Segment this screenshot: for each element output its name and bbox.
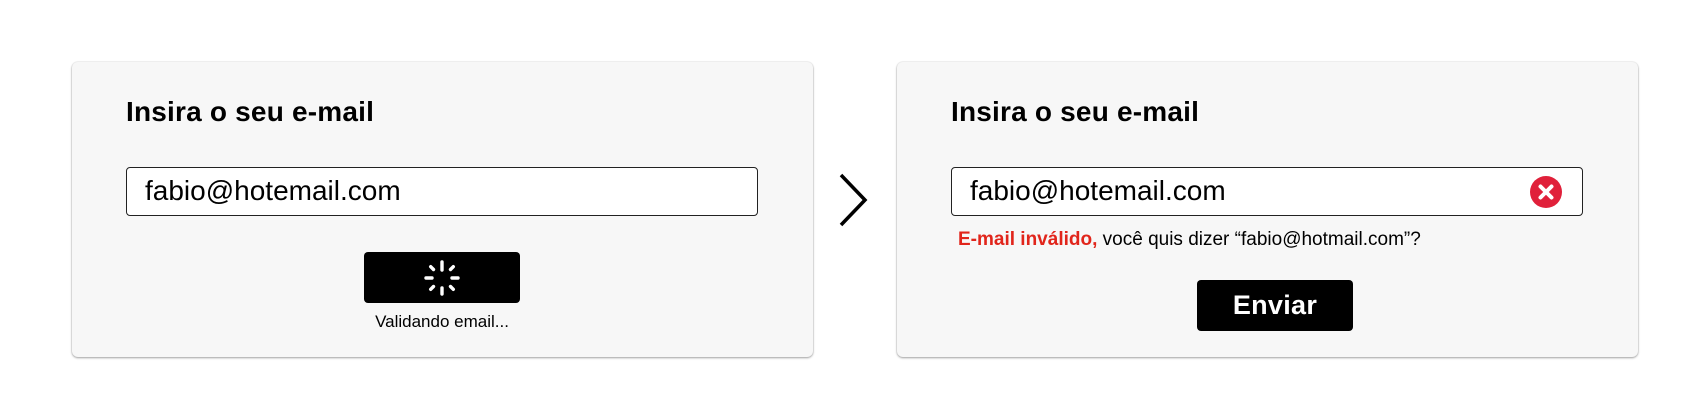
form-title: Insira o seu e-mail: [951, 96, 1200, 127]
error-label: E-mail inválido,: [958, 229, 1098, 250]
error-suggestion: você quis dizer “fabio@hotmail.com”?: [1097, 229, 1421, 250]
email-input-value: fabio@hotemail.com: [145, 175, 401, 206]
email-input[interactable]: fabio@hotemail.com: [126, 167, 758, 216]
email-input-value: fabio@hotemail.com: [970, 175, 1226, 206]
validation-status-text: Validando email...: [375, 312, 509, 331]
form-title: Insira o seu e-mail: [126, 96, 375, 127]
email-input[interactable]: fabio@hotemail.com: [951, 167, 1583, 216]
send-button[interactable]: Enviar: [1197, 280, 1353, 331]
email-form-error-state: Insira o seu e-mail fabio@hotemail.com E…: [897, 62, 1638, 357]
email-form-loading-state: Insira o seu e-mail fabio@hotemail.com V…: [72, 62, 813, 357]
spinner-icon: [424, 260, 460, 296]
error-x-circle-icon[interactable]: [1530, 176, 1562, 208]
validation-error-message: E-mail inválido, você quis dizer “fabio@…: [958, 229, 1421, 251]
submit-button-loading[interactable]: [364, 252, 520, 303]
chevron-right-icon: [839, 173, 868, 227]
